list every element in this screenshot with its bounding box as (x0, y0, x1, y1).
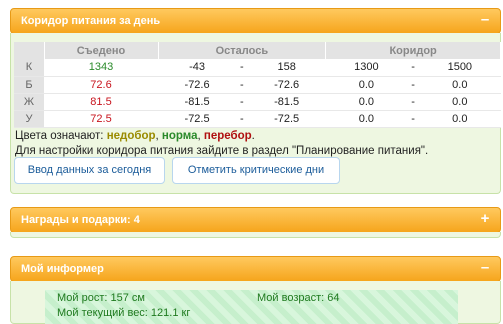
table-row: Б 72.6 -72.6- -72.6 0.0-0.0 (14, 76, 501, 94)
cell-eaten: 81.5 (44, 93, 158, 111)
cell-corridor-sep: - (406, 76, 420, 94)
cell-corridor-from: 0.0 (325, 76, 407, 94)
legend-over: перебор (203, 130, 252, 142)
cell-left-to: 158 (247, 59, 326, 77)
cell-corridor-from: 0.0 (325, 93, 407, 111)
column-header-eaten: Съедено (44, 42, 159, 59)
legend-under: недобор (106, 130, 156, 142)
cell-eaten: 1343 (44, 59, 158, 77)
corridor-hint: Для настройки коридора питания зайдите в… (15, 145, 429, 157)
legend-norm: норма (161, 130, 198, 142)
cell-left-sep: - (236, 93, 248, 111)
awards-panel-header[interactable]: Награды и подарки: 4 + (10, 207, 501, 233)
cell-corridor-sep: - (406, 59, 420, 77)
legend-prefix: Цвета означают: (15, 130, 107, 142)
cell-corridor-from: 0.0 (325, 110, 407, 128)
legend-end: . (251, 130, 255, 142)
corridor-panel-header[interactable]: Коридор питания за день – (10, 8, 501, 34)
cell-corridor-to: 0.0 (419, 110, 501, 128)
row-label: Б (14, 76, 44, 94)
mark-critical-days-button[interactable]: Отметить критические дни (172, 157, 340, 184)
row-label: У (14, 110, 44, 128)
column-header-corridor: Коридор (325, 42, 501, 59)
cell-left-sep: - (236, 110, 248, 128)
row-label: К (14, 59, 44, 77)
row-label: Ж (14, 93, 44, 111)
informer-height: Мой рост: 157 см (57, 292, 145, 304)
cell-eaten: 72.6 (44, 76, 158, 94)
collapse-icon[interactable]: – (479, 260, 491, 276)
cell-corridor-sep: - (406, 93, 420, 111)
corridor-table: Съедено Осталось Коридор К 1343 -43-158 130… (14, 42, 501, 128)
table-row: У 72.5 -72.5- -72.5 0.0-0.0 (14, 110, 501, 128)
table-row: Ж 81.5 -81.5- -81.5 0.0-0.0 (14, 93, 501, 111)
cell-left-from: -81.5 (158, 93, 237, 111)
cell-left-sep: - (236, 59, 248, 77)
enter-today-button[interactable]: Ввод данных за сегодня (14, 157, 165, 184)
cell-left-from: -43 (158, 59, 237, 77)
cell-left-to: -81.5 (247, 93, 326, 111)
awards-panel-body (10, 232, 501, 238)
cell-left-to: -72.6 (247, 76, 326, 94)
table-corner (14, 42, 45, 59)
informer-age: Мой возраст: 64 (257, 292, 340, 304)
cell-eaten: 72.5 (44, 110, 158, 128)
cell-corridor-from: 1300 (325, 59, 407, 77)
cell-corridor-to: 1500 (419, 59, 501, 77)
cell-left-sep: - (236, 76, 248, 94)
informer-weight: Мой текущий вес: 121.1 кг (57, 307, 191, 319)
informer-panel-header[interactable]: Мой информер – (10, 256, 501, 282)
table-row: К 1343 -43-158 1300-1500 (14, 59, 501, 77)
cell-corridor-to: 0.0 (419, 93, 501, 111)
expand-icon[interactable]: + (479, 211, 491, 227)
collapse-icon[interactable]: – (479, 12, 491, 28)
cell-corridor-to: 0.0 (419, 76, 501, 94)
awards-panel-title: Награды и подарки: 4 (21, 214, 140, 226)
informer-widget: Мой рост: 157 см Мой возраст: 64 Мой тек… (45, 290, 458, 324)
corridor-panel-title: Коридор питания за день (21, 15, 161, 27)
cell-left-from: -72.5 (158, 110, 237, 128)
cell-corridor-sep: - (406, 110, 420, 128)
cell-left-to: -72.5 (247, 110, 326, 128)
color-legend: Цвета означают: недобор, норма, перебор. (15, 130, 255, 142)
column-header-left: Осталось (158, 42, 327, 59)
cell-left-from: -72.6 (158, 76, 237, 94)
informer-panel-title: Мой информер (21, 263, 104, 275)
